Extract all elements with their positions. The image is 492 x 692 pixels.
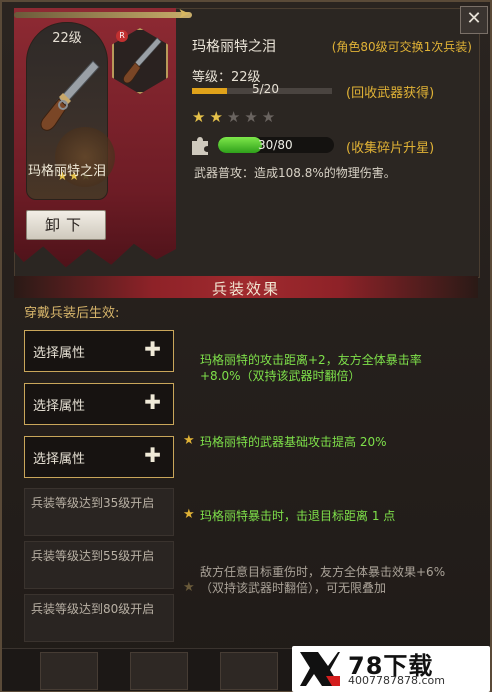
plus-icon: ✚ xyxy=(144,390,161,414)
weapon-title: 玛格丽特之泪 xyxy=(192,39,276,55)
plus-icon: ✚ xyxy=(144,443,161,467)
attribute-slot-label: 选择属性 xyxy=(33,346,86,361)
bottom-weapon-tab-2[interactable] xyxy=(130,652,188,690)
fragment-progress-fill xyxy=(218,137,262,153)
recycle-note: (回收武器获得) xyxy=(346,86,435,101)
exp-progress-fill xyxy=(192,88,227,94)
unequip-button[interactable]: 卸下 xyxy=(26,210,106,240)
locked-slot-label: 兵装等级达到35级开启 xyxy=(31,496,155,510)
watermark-logo-icon xyxy=(300,652,340,686)
attribute-slot-2[interactable]: 选择属性 ✚ xyxy=(24,383,174,425)
attack-description: 武器普攻：造成108.8%的物理伤害。 xyxy=(194,166,396,180)
banner-rod xyxy=(14,12,192,18)
puzzle-piece-icon xyxy=(192,137,208,155)
star-icon: ★ xyxy=(183,433,195,448)
weapon-card-level: 22级 xyxy=(52,31,82,46)
locked-slot-3: 兵装等级达到80级开启 xyxy=(24,594,174,642)
star-icon: ★ xyxy=(183,580,195,595)
locked-slot-2: 兵装等级达到55级开启 xyxy=(24,541,174,589)
locked-slot-1: 兵装等级达到35级开启 xyxy=(24,488,174,536)
effect-text-2: 玛格丽特的武器基础攻击提高 20% xyxy=(200,435,387,449)
plus-icon: ✚ xyxy=(144,337,161,361)
weapon-card-name: 玛格丽特之泪 xyxy=(27,164,106,179)
attribute-slot-1[interactable]: 选择属性 ✚ xyxy=(24,330,174,372)
site-watermark: 78下载 4007787878.com xyxy=(292,646,490,692)
section-header: 兵装效果 xyxy=(14,276,478,298)
watermark-url: 4007787878.com xyxy=(348,674,445,687)
attribute-slot-label: 选择属性 xyxy=(33,452,86,467)
section-title: 兵装效果 xyxy=(211,280,280,298)
attribute-slot-label: 选择属性 xyxy=(33,399,86,414)
weapon-rank-stars: ★★★★★ xyxy=(192,108,280,126)
attribute-slot-3[interactable]: 选择属性 ✚ xyxy=(24,436,174,478)
weapon-level: 等级：22级 xyxy=(192,70,261,85)
rod-tip-icon: ➤ xyxy=(178,6,190,22)
bottom-weapon-tab-1[interactable] xyxy=(40,652,98,690)
star-icon: ★ xyxy=(183,507,195,522)
locked-slot-label: 兵装等级达到55级开启 xyxy=(31,549,155,563)
exchange-note: (角色80级可交换1次兵装) xyxy=(331,40,472,54)
effect-text-4: 敌方任意目标重伤时，友方全体暴击效果+6%（双持该武器时翻倍），可无限叠加 xyxy=(200,565,446,595)
rarity-badge-icon: R xyxy=(116,30,128,42)
effect-text-3: 玛格丽特暴击时，击退目标距离 1 点 xyxy=(200,509,396,523)
locked-slot-label: 兵装等级达到80级开启 xyxy=(31,602,155,616)
effect-text-1: 玛格丽特的攻击距离+2，友方全体暴击率+8.0%（双持该武器时翻倍） xyxy=(200,353,422,383)
fragment-note: (收集碎片升星) xyxy=(346,141,435,156)
exp-progress-text: 5/20 xyxy=(252,82,279,96)
flintlock-pistol-small-icon xyxy=(123,37,162,84)
bottom-weapon-tab-3[interactable] xyxy=(220,652,278,690)
effect-intro: 穿戴兵装后生效: xyxy=(24,306,120,321)
flintlock-pistol-icon xyxy=(40,60,100,131)
close-button[interactable]: ✕ xyxy=(460,6,488,34)
fragment-progress-text: 30/80 xyxy=(258,138,293,152)
